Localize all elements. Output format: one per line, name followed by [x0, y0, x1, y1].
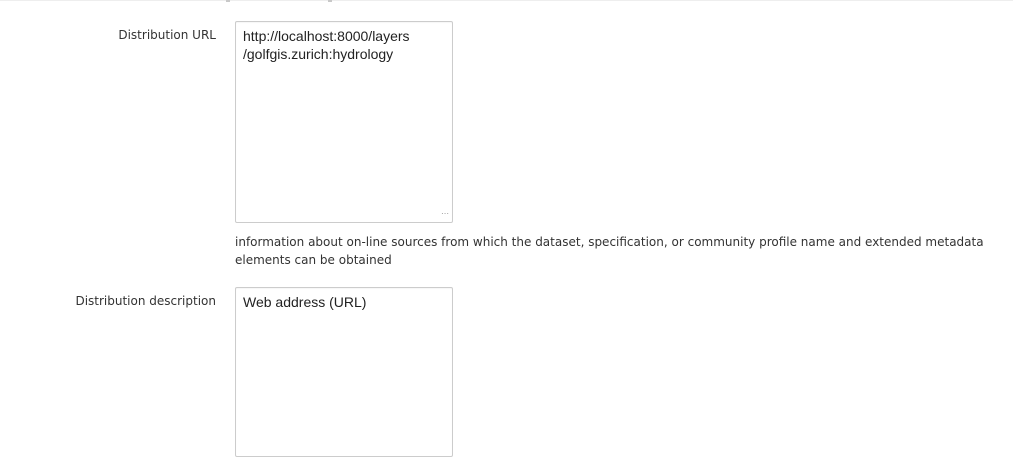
distribution-description-textarea[interactable]: Web address (URL): [235, 287, 453, 457]
resize-grip-icon[interactable]: ⋯: [441, 210, 449, 218]
distribution-description-label: Distribution description: [75, 294, 216, 308]
distribution-url-label: Distribution URL: [118, 28, 216, 42]
distribution-url-textarea[interactable]: http://localhost:8000/layers /golfgis.zu…: [235, 21, 453, 223]
previous-field-remnant: [226, 0, 336, 3]
section-divider: [0, 0, 1013, 1]
distribution-url-help-text: information about on-line sources from w…: [235, 235, 984, 267]
